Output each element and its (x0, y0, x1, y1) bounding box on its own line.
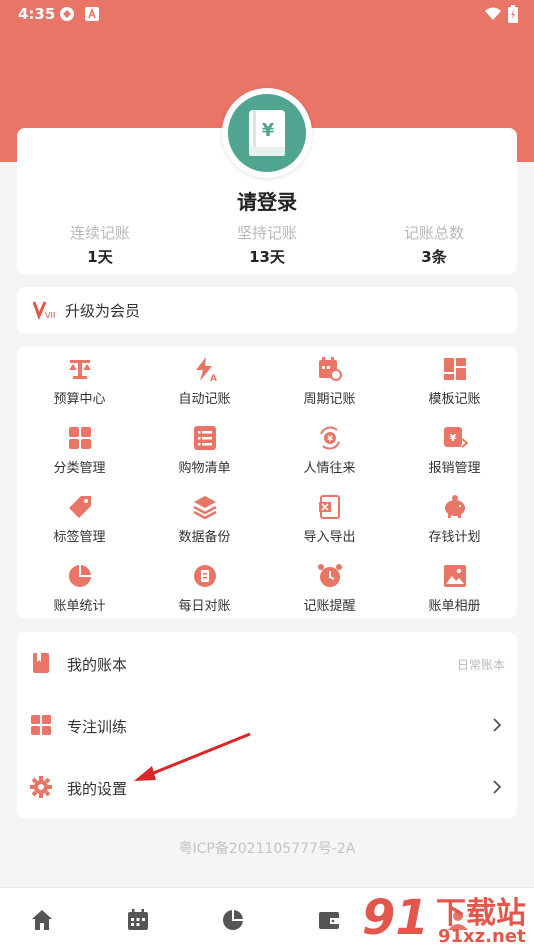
vip-label: 升级为会员 (65, 302, 141, 320)
login-label[interactable]: 请登录 (17, 186, 517, 215)
grid-label: 自动记账 (178, 392, 231, 407)
scale-icon (69, 360, 91, 379)
stat-consecutive: 连续记账 1天 (17, 222, 183, 267)
stat-label: 连续记账 (69, 224, 130, 242)
red-arrow-annotation (134, 732, 251, 781)
menu-row-focus[interactable]: 专注训练 (17, 694, 517, 756)
stat-label: 记账总数 (403, 224, 464, 242)
svg-text:¥: ¥ (450, 433, 457, 444)
pie-chart-tab-icon[interactable] (221, 908, 245, 932)
vip-badge-text: VIP (45, 311, 55, 320)
grid-item-daily[interactable]: 每日对账 (142, 555, 267, 623)
grid-label: 账单相册 (428, 599, 481, 614)
grid-item-cycle[interactable]: 周期记账 (267, 348, 392, 416)
grid-label: 账单统计 (53, 599, 106, 614)
grid-label: 数据备份 (178, 530, 231, 545)
grid-item-saving[interactable]: 存钱计划 (392, 486, 517, 554)
pie-chart-icon (69, 565, 91, 587)
layers-icon (193, 496, 217, 520)
icp-footer: 粤ICP备2021105777号-2A (178, 841, 356, 857)
menu-value: 日常账本 (456, 658, 505, 672)
app-notification-icon (60, 7, 74, 21)
grid-label: 周期记账 (303, 392, 356, 407)
grid-label: 存钱计划 (428, 530, 481, 545)
photo-icon (444, 565, 466, 587)
svg-text:¥: ¥ (327, 435, 333, 444)
watermark-logo: 91 下载站 91xz.net (360, 888, 534, 950)
status-bar: 4:35 (0, 0, 534, 30)
grid-label: 报销管理 (428, 461, 481, 476)
lightning-icon: A (196, 357, 217, 382)
grid-label: 记账提醒 (303, 599, 356, 614)
grid-label: 每日对账 (178, 599, 231, 614)
grid-squares-icon (31, 715, 51, 735)
grid-label: 购物清单 (178, 461, 231, 476)
grid-item-auto[interactable]: A 自动记账 (142, 348, 267, 416)
grid-item-reminder[interactable]: 记账提醒 (267, 555, 392, 623)
calendar-icon[interactable] (126, 908, 150, 932)
grid-item-reimburse[interactable]: ¥ 报销管理 (392, 417, 517, 485)
stat-label: 坚持记账 (236, 224, 297, 242)
home-icon[interactable] (30, 908, 54, 932)
feature-grid: 预算中心 A 自动记账 周期记账 模板记账 分类管理 购物清单 ¥ 人情往来 ¥… (17, 346, 517, 618)
menu-card: 我的账本 日常账本 专注训练 我的设置 (17, 632, 517, 818)
grid-label: 标签管理 (53, 530, 106, 545)
menu-label: 专注训练 (67, 718, 128, 736)
grid-item-backup[interactable]: 数据备份 (142, 486, 267, 554)
grid-item-budget[interactable]: 预算中心 (17, 348, 142, 416)
exchange-icon: ¥ (320, 426, 340, 450)
wallet-icon[interactable] (317, 908, 341, 932)
watermark-digits: 91 (362, 890, 429, 946)
grid-label: 模板记账 (428, 392, 481, 407)
menu-row-settings[interactable]: 我的设置 (17, 756, 517, 818)
grid-item-shopping[interactable]: 购物清单 (142, 417, 267, 485)
tag-icon (69, 496, 91, 518)
wifi-icon (485, 7, 501, 20)
grid-item-exchange[interactable]: ¥ 人情往来 (267, 417, 392, 485)
avatar-symbol: ¥ (262, 120, 275, 141)
menu-row-my-book[interactable]: 我的账本 日常账本 (17, 632, 517, 694)
grid-label: 人情往来 (303, 461, 356, 476)
stat-total: 记账总数 3条 (351, 222, 517, 267)
status-time: 4:35 (18, 5, 56, 23)
menu-label: 我的账本 (67, 656, 128, 674)
import-export-icon (319, 495, 340, 519)
grid-item-tag[interactable]: 标签管理 (17, 486, 142, 554)
grid-item-album[interactable]: 账单相册 (392, 555, 517, 623)
book-avatar-icon: ¥ (228, 94, 306, 172)
list-icon (194, 426, 216, 450)
grid-item-category[interactable]: 分类管理 (17, 417, 142, 485)
chevron-right-icon (493, 780, 502, 794)
grid-item-template[interactable]: 模板记账 (392, 348, 517, 416)
chevron-right-icon (493, 718, 502, 732)
vip-upgrade-row[interactable]: VIP 升级为会员 (17, 287, 517, 334)
stat-persist: 坚持记账 13天 (184, 222, 350, 267)
calendar-cycle-icon (319, 357, 342, 381)
avatar[interactable]: ¥ (222, 88, 312, 178)
stat-value: 1天 (87, 248, 113, 266)
battery-icon (508, 5, 518, 23)
template-icon (444, 358, 466, 380)
grid-item-import-export[interactable]: 导入导出 (267, 486, 392, 554)
watermark-url: 91xz.net (438, 926, 526, 947)
grid-label: 预算中心 (53, 392, 106, 407)
vip-icon: VIP (33, 301, 55, 320)
category-icon (69, 427, 91, 449)
book-icon (33, 653, 49, 673)
grid-item-stats[interactable]: 账单统计 (17, 555, 142, 623)
a-notification-icon (85, 7, 99, 21)
menu-label: 我的设置 (67, 780, 128, 798)
stat-value: 3条 (421, 248, 447, 266)
stat-value: 13天 (249, 248, 285, 266)
gear-icon (30, 776, 52, 798)
grid-label: 导入导出 (303, 530, 356, 545)
reimburse-icon: ¥ (444, 427, 468, 448)
alarm-icon (318, 564, 342, 587)
daily-check-icon (194, 565, 216, 587)
piggy-bank-icon (445, 495, 465, 518)
svg-text:A: A (210, 374, 217, 382)
grid-label: 分类管理 (53, 461, 106, 476)
